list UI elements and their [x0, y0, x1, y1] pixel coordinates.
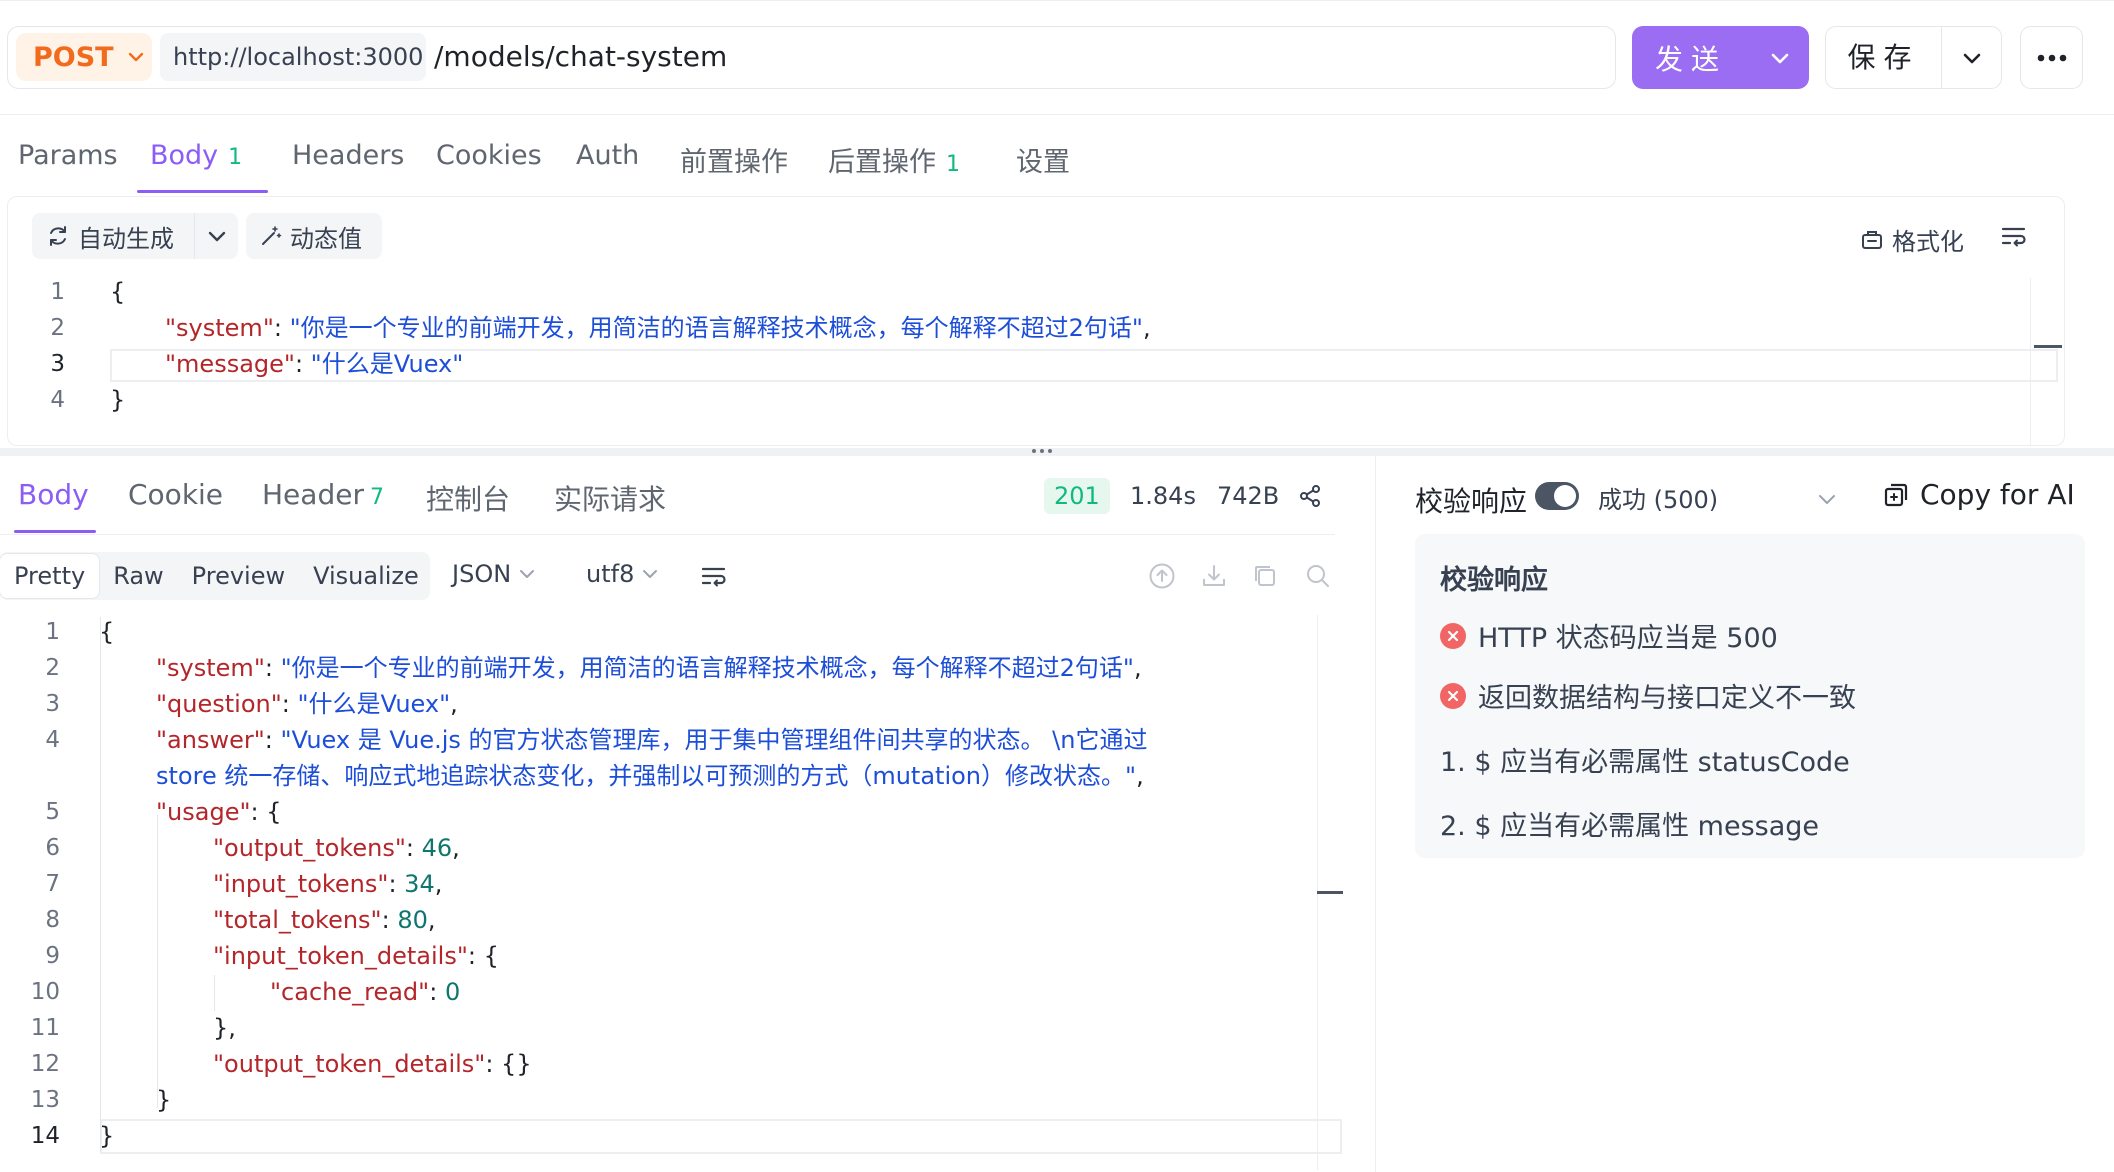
language-select[interactable]: JSON: [452, 560, 535, 588]
status-code-badge: 201: [1044, 478, 1110, 514]
wrap-lines-button[interactable]: [700, 564, 728, 592]
send-label: 发送: [1654, 42, 1727, 76]
encoding-label: utf8: [586, 560, 635, 588]
dynamic-value-label: 动态值: [290, 224, 362, 253]
editor-scrollbar-track: [2030, 278, 2031, 446]
view-mode-group: Pretty Raw Preview Visualize: [0, 552, 430, 600]
save-button[interactable]: 保存: [1825, 26, 2002, 89]
wrap-lines-icon: [2001, 227, 2026, 247]
upload-icon: [1149, 563, 1175, 589]
response-tab-body[interactable]: Body: [18, 478, 89, 511]
current-line-highlight: [100, 1119, 1342, 1154]
validation-detail-item: 1. $ 应当有必需属性 statusCode: [1440, 747, 1850, 778]
method-label: POST: [33, 41, 114, 73]
method-select[interactable]: POST: [16, 33, 152, 81]
format-icon: [1862, 230, 1882, 249]
tab-body[interactable]: Body 1: [150, 140, 242, 171]
error-icon: [1440, 682, 1466, 709]
dynamic-value-button[interactable]: 动态值: [246, 213, 382, 259]
format-label: 格式化: [1892, 228, 1964, 256]
refresh-icon: [50, 226, 66, 246]
validation-panel-title: 校验响应: [1440, 565, 1548, 596]
search-button[interactable]: [1305, 563, 1331, 593]
chevron-down-icon: [128, 52, 143, 62]
chevron-down-icon: [208, 231, 225, 241]
validation-error-item: 返回数据结构与接口定义不一致: [1440, 676, 1856, 715]
divider: [0, 114, 2114, 115]
response-tab-actual-request[interactable]: 实际请求: [554, 478, 666, 518]
tab-params[interactable]: Params: [18, 140, 118, 171]
copy-icon: [1255, 566, 1275, 586]
validation-error-item: HTTP 状态码应当是 500: [1440, 616, 1778, 655]
indent-guide: [100, 617, 101, 1153]
top-border: [0, 0, 2114, 1]
copy-button[interactable]: [1252, 563, 1278, 593]
format-button[interactable]: 格式化: [1860, 222, 1964, 257]
validation-result-dropdown[interactable]: [1818, 490, 1836, 509]
tab-auth[interactable]: Auth: [576, 140, 639, 171]
view-mode-visualize[interactable]: Visualize: [299, 554, 433, 598]
tab-count-badge: 1: [946, 152, 960, 177]
response-time: 1.84s: [1130, 482, 1196, 510]
tab-settings[interactable]: 设置: [1016, 140, 1070, 179]
validate-response-label: 校验响应: [1415, 485, 1528, 518]
response-tab-cookie[interactable]: Cookie: [128, 478, 223, 511]
magic-wand-icon: [262, 226, 282, 245]
save-label: 保存: [1826, 27, 1942, 88]
chevron-down-icon: [1963, 53, 1980, 63]
tab-post-processors[interactable]: 后置操作 1: [828, 140, 960, 179]
wrap-lines-button[interactable]: [2000, 224, 2028, 252]
scrollbar-marker: [1317, 891, 1343, 894]
active-tab-indicator: [137, 190, 268, 193]
copy-ai-icon: [1884, 483, 1908, 506]
drag-handle-icon[interactable]: [1032, 449, 1052, 453]
copy-for-ai-label: Copy for AI: [1920, 478, 2075, 511]
view-mode-raw[interactable]: Raw: [99, 554, 177, 598]
validation-detail-item: 2. $ 应当有必需属性 message: [1440, 811, 1820, 842]
share-button[interactable]: [1298, 484, 1322, 512]
divider: [0, 534, 1335, 535]
chevron-down-icon: [1771, 53, 1788, 63]
validate-response-toggle[interactable]: [1535, 482, 1579, 510]
more-button[interactable]: [2020, 26, 2083, 89]
wrap-lines-icon: [701, 567, 726, 587]
response-tab-console[interactable]: 控制台: [426, 478, 510, 518]
chevron-down-icon: [643, 570, 658, 578]
view-mode-pretty[interactable]: Pretty: [0, 554, 100, 598]
scrollbar-marker: [2034, 345, 2062, 348]
download-icon: [1203, 565, 1225, 586]
indent-guide: [214, 975, 215, 1011]
send-button[interactable]: 发送: [1632, 26, 1809, 89]
upload-button[interactable]: [1148, 562, 1176, 594]
active-tab-indicator: [14, 530, 96, 533]
encoding-select[interactable]: utf8: [586, 560, 658, 588]
language-label: JSON: [452, 560, 512, 588]
send-dropdown[interactable]: [1750, 52, 1809, 64]
auto-generate-dropdown[interactable]: [194, 213, 238, 259]
tab-count-badge: 1: [228, 145, 243, 170]
indent-guide: [157, 815, 158, 1108]
copy-for-ai-button[interactable]: Copy for AI: [1882, 478, 2075, 511]
more-dots-icon: [2037, 54, 2066, 61]
search-icon: [1307, 565, 1329, 587]
response-size: 742B: [1217, 482, 1280, 510]
response-tab-header[interactable]: Header 7: [262, 478, 384, 511]
save-dropdown[interactable]: [1942, 52, 2001, 64]
error-icon: [1440, 622, 1466, 649]
view-mode-preview[interactable]: Preview: [178, 554, 299, 598]
panel-splitter[interactable]: [0, 448, 2114, 456]
share-icon: [1300, 485, 1320, 507]
validation-result-select[interactable]: 成功 (500): [1598, 480, 1718, 515]
download-button[interactable]: [1200, 562, 1228, 594]
tab-count-badge: 7: [369, 485, 384, 510]
tab-cookies[interactable]: Cookies: [436, 140, 542, 171]
base-url-chip[interactable]: http://localhost:3000: [160, 33, 426, 81]
tab-pre-processors[interactable]: 前置操作: [680, 140, 788, 179]
auto-generate-label: 自动生成: [78, 224, 174, 253]
chevron-down-icon: [1819, 495, 1835, 504]
vertical-divider: [1375, 456, 1376, 1172]
tab-headers[interactable]: Headers: [292, 140, 404, 171]
url-path-input[interactable]: /models/chat-system: [434, 40, 727, 73]
chevron-down-icon: [520, 570, 535, 578]
